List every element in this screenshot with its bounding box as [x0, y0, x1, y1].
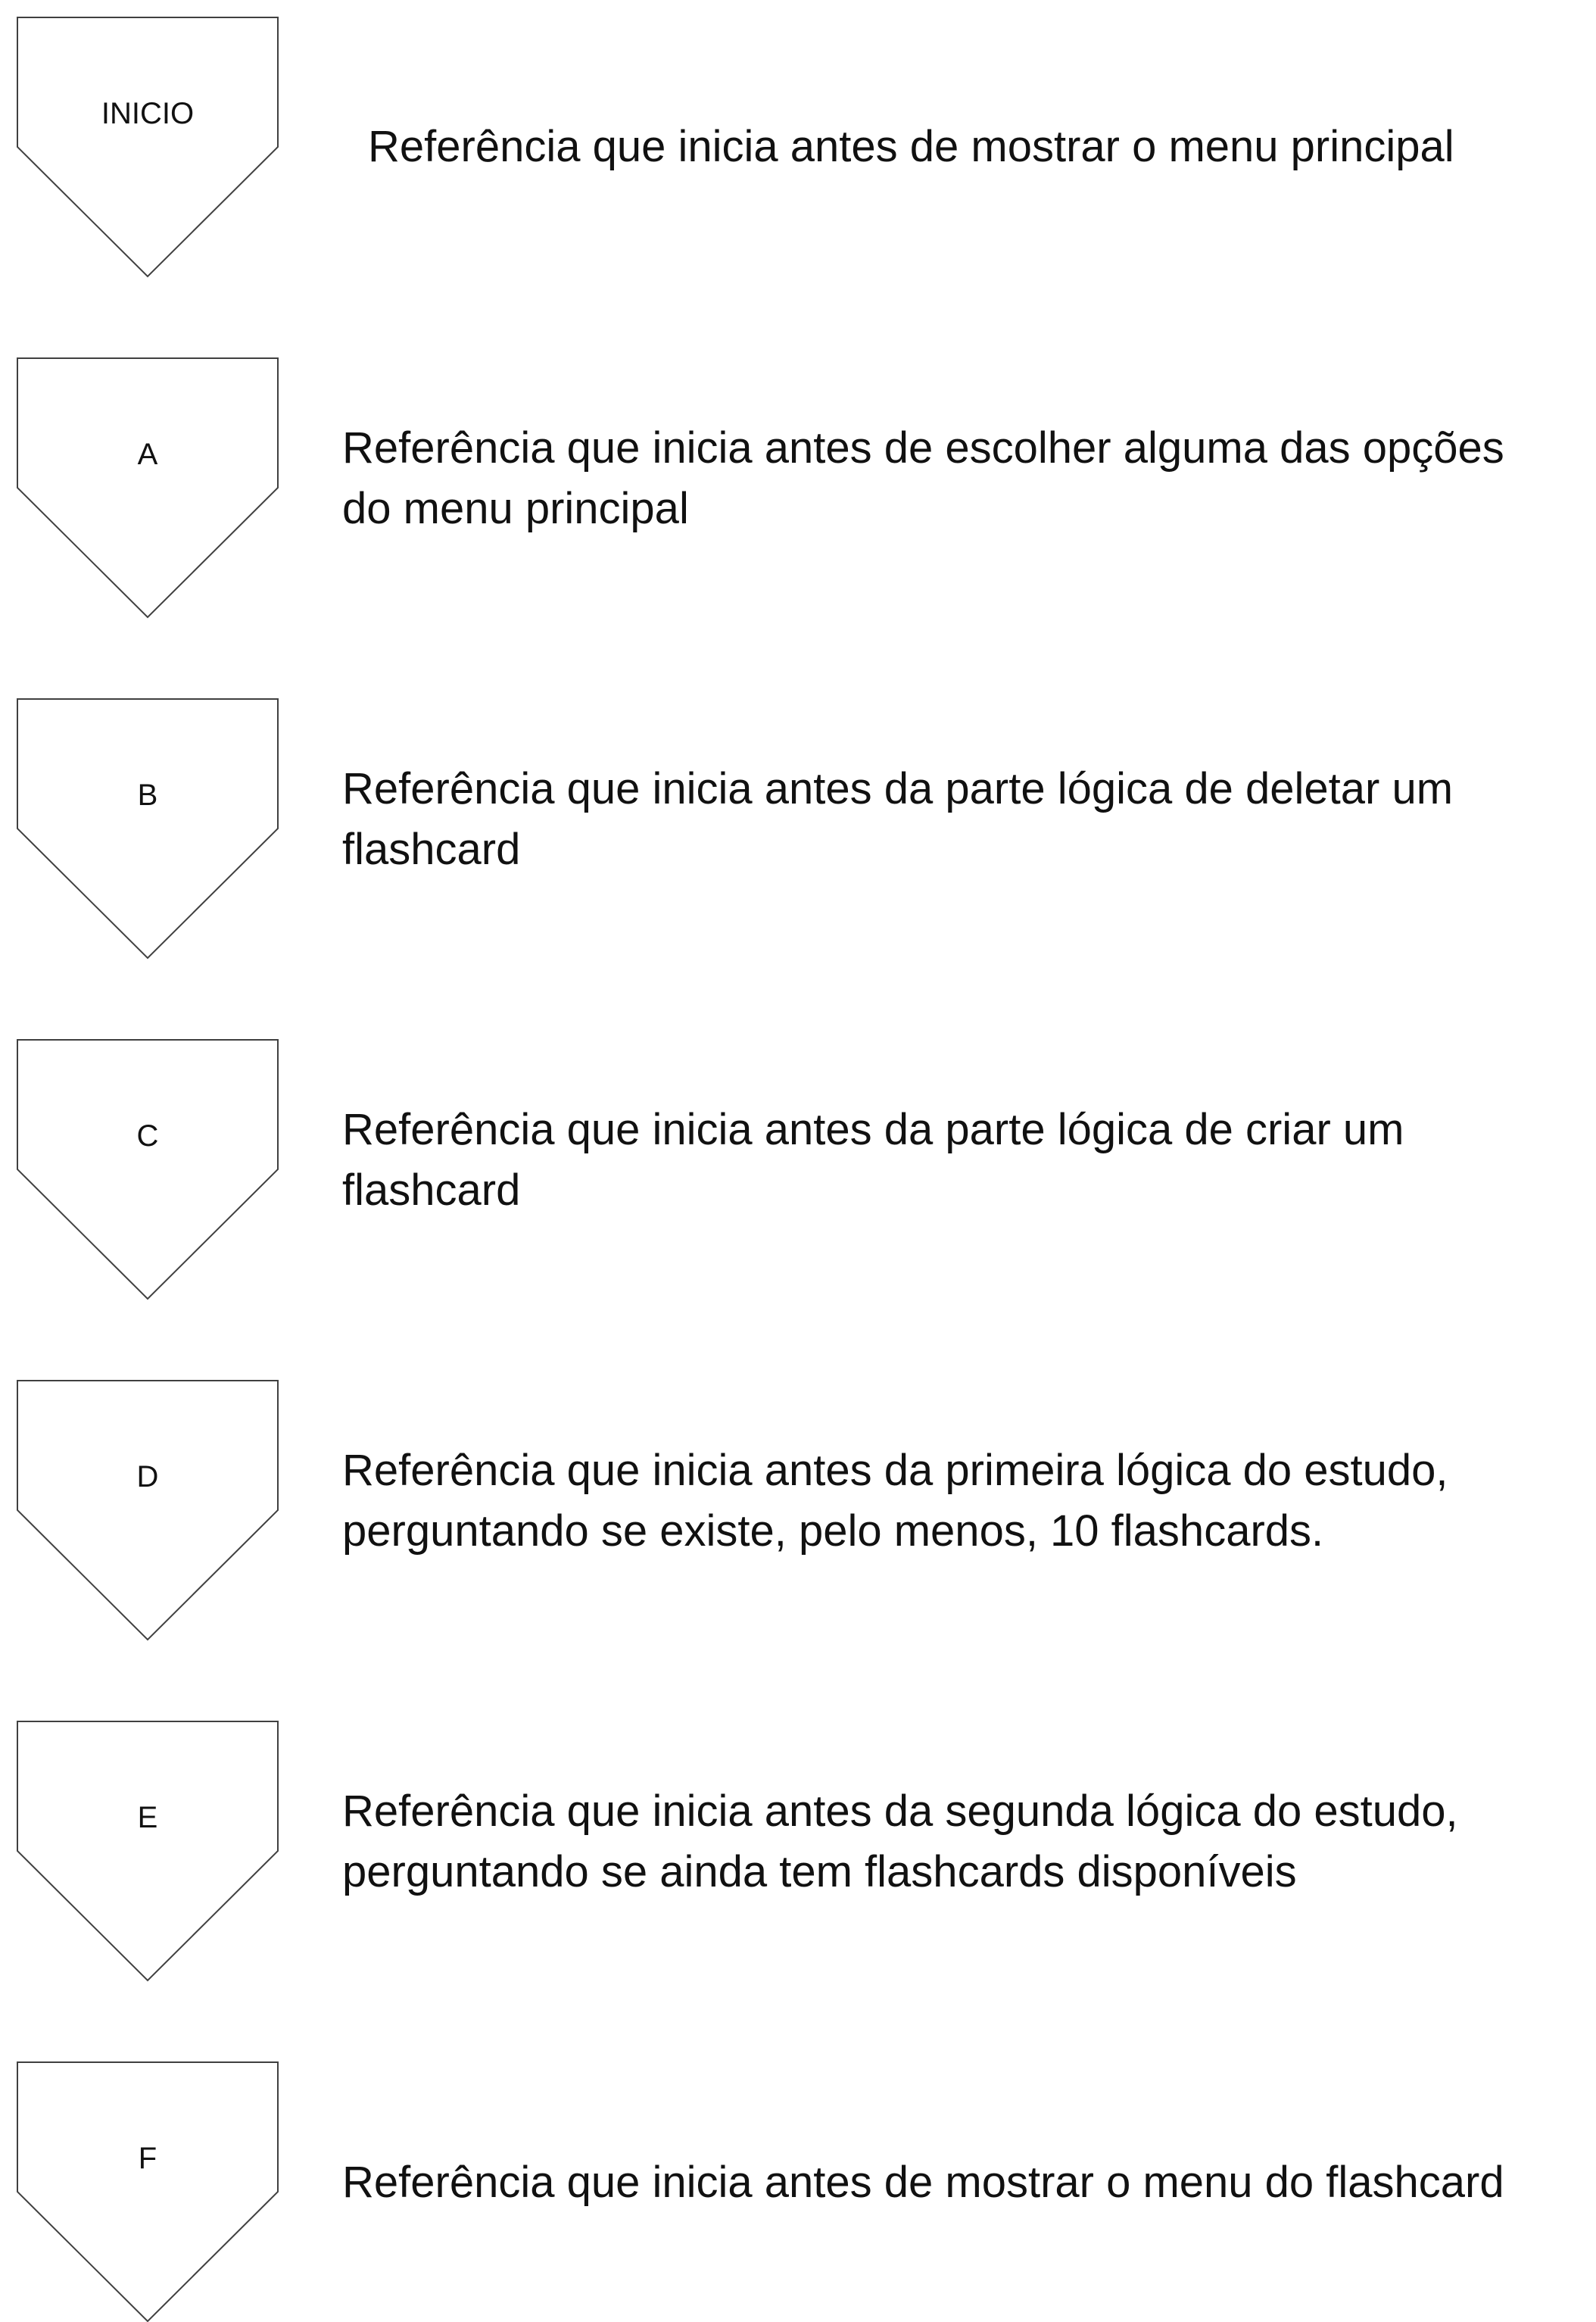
off-page-connector-icon	[17, 17, 279, 278]
description-line: perguntando se ainda tem flashcards disp…	[342, 1847, 1297, 1896]
connector-description: Referência que inicia antes da primeira …	[342, 1440, 1569, 1562]
connector-label: D	[136, 1460, 159, 1493]
description-line: Referência que inicia antes da parte lóg…	[342, 1105, 1404, 1154]
connector-description: Referência que inicia antes da segunda l…	[342, 1781, 1569, 1902]
off-page-connector-icon	[17, 1380, 279, 1641]
connector-description: Referência que inicia antes de escolher …	[342, 418, 1569, 539]
connector-description: Referência que inicia antes de mostrar o…	[342, 2152, 1569, 2213]
description-line: do menu principal	[342, 484, 689, 533]
connector-label: C	[136, 1119, 159, 1153]
off-page-connector-icon	[17, 1721, 279, 1982]
connector-label: INICIO	[101, 97, 195, 130]
off-page-connector-icon	[17, 1039, 279, 1300]
description-line: Referência que inicia antes de escolher …	[342, 423, 1504, 473]
off-page-connector-shape: INICIO	[17, 17, 279, 278]
description-line: Referência que inicia antes da segunda l…	[342, 1787, 1458, 1836]
off-page-connector-icon	[17, 357, 279, 619]
connector-row: C Referência que inicia antes da parte l…	[0, 1039, 1596, 1300]
description-line: flashcard	[342, 1166, 521, 1215]
off-page-connector-shape: F	[17, 2061, 279, 2322]
connector-row: INICIO Referência que inicia antes de mo…	[0, 17, 1596, 278]
description-line: Referência que inicia antes da primeira …	[342, 1446, 1448, 1495]
description-line: flashcard	[342, 825, 521, 874]
off-page-connector-shape: E	[17, 1721, 279, 1982]
connector-row: E Referência que inicia antes da segunda…	[0, 1721, 1596, 1982]
connector-label: F	[138, 2142, 157, 2175]
description-line: Referência que inicia antes de mostrar o…	[368, 122, 1454, 171]
connector-row: D Referência que inicia antes da primeir…	[0, 1380, 1596, 1641]
connector-description: Referência que inicia antes da parte lóg…	[342, 759, 1569, 880]
connector-description: Referência que inicia antes de mostrar o…	[368, 117, 1594, 177]
off-page-connector-shape: D	[17, 1380, 279, 1641]
off-page-connector-icon	[17, 698, 279, 960]
connector-row: B Referência que inicia antes da parte l…	[0, 698, 1596, 960]
connector-label: E	[137, 1801, 158, 1834]
off-page-connector-shape: B	[17, 698, 279, 960]
connector-row: F Referência que inicia antes de mostrar…	[0, 2061, 1596, 2322]
connector-description: Referência que inicia antes da parte lóg…	[342, 1100, 1569, 1221]
description-line: Referência que inicia antes de mostrar o…	[342, 2158, 1504, 2207]
off-page-connector-shape: C	[17, 1039, 279, 1300]
connector-label: B	[137, 779, 158, 812]
off-page-connector-shape: A	[17, 357, 279, 619]
off-page-connector-icon	[17, 2061, 279, 2322]
description-line: Referência que inicia antes da parte lóg…	[342, 764, 1454, 813]
connector-label: A	[137, 438, 158, 471]
connector-row: A Referência que inicia antes de escolhe…	[0, 357, 1596, 619]
description-line: perguntando se existe, pelo menos, 10 fl…	[342, 1506, 1324, 1556]
